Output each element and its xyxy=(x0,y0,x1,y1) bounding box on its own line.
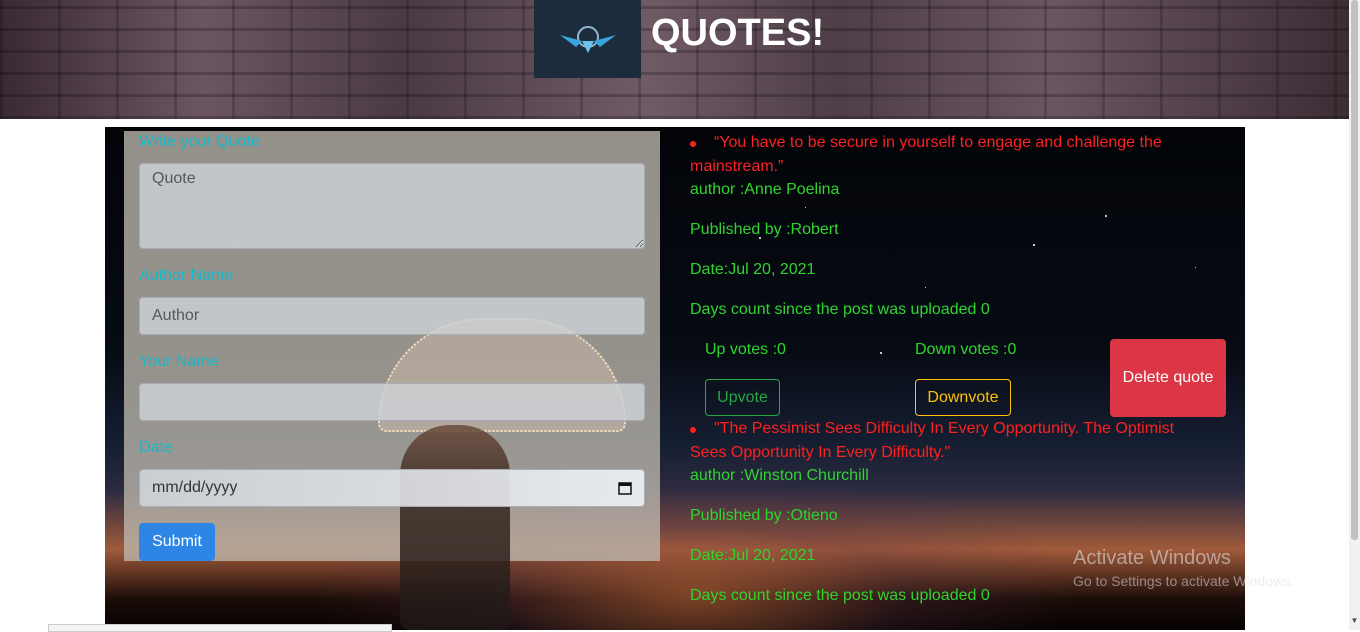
date-placeholder: mm/dd/yyyy xyxy=(152,479,238,496)
quote-text: "The Pessimist Sees Difficulty In Every … xyxy=(690,420,1175,461)
calendar-icon[interactable] xyxy=(618,481,632,495)
your-name-input[interactable] xyxy=(139,383,645,421)
down-votes-count: Down votes :0 xyxy=(915,341,1017,358)
quote-date: Date:Jul 20, 2021 xyxy=(690,261,816,278)
up-votes-count: Up votes :0 xyxy=(705,341,786,358)
date-input[interactable]: mm/dd/yyyy xyxy=(139,469,645,507)
person-silhouette xyxy=(400,425,510,630)
date-label: Date xyxy=(139,439,173,456)
winged-emblem-icon xyxy=(559,26,616,53)
activate-windows-subtitle: Go to Settings to activate Windows. xyxy=(1073,573,1294,589)
quote-author: author :Anne Poelina xyxy=(690,181,840,198)
author-label: Author Name xyxy=(139,267,234,284)
activate-windows-title: Activate Windows xyxy=(1073,547,1231,569)
quote-days-count: Days count since the post was uploaded 0 xyxy=(690,587,990,604)
bottom-strip xyxy=(48,624,392,632)
scroll-down-arrow-icon[interactable]: ▼ xyxy=(1349,612,1360,630)
site-title: QUOTES! xyxy=(651,12,825,54)
scrollbar-thumb[interactable] xyxy=(1351,0,1358,540)
quote-days-count: Days count since the post was uploaded 0 xyxy=(690,301,990,318)
site-logo xyxy=(534,0,641,78)
quote-author: author :Winston Churchill xyxy=(690,467,869,484)
quote-textarea[interactable] xyxy=(139,163,645,249)
quote-date: Date:Jul 20, 2021 xyxy=(690,547,816,564)
your-name-label: Your Name xyxy=(139,353,219,370)
header-banner: QUOTES! xyxy=(0,0,1349,119)
downvote-button[interactable]: Downvote xyxy=(915,379,1011,416)
submit-button[interactable]: Submit xyxy=(139,523,215,561)
quote-published-by: Published by :Robert xyxy=(690,221,839,238)
quote-text: “You have to be secure in yourself to en… xyxy=(690,134,1162,175)
quote-label: Write your Quote xyxy=(139,133,260,150)
quote-published-by: Published by :Otieno xyxy=(690,507,838,524)
delete-quote-button[interactable]: Delete quote xyxy=(1110,339,1226,417)
upvote-button[interactable]: Upvote xyxy=(705,379,780,416)
author-input[interactable] xyxy=(139,297,645,335)
